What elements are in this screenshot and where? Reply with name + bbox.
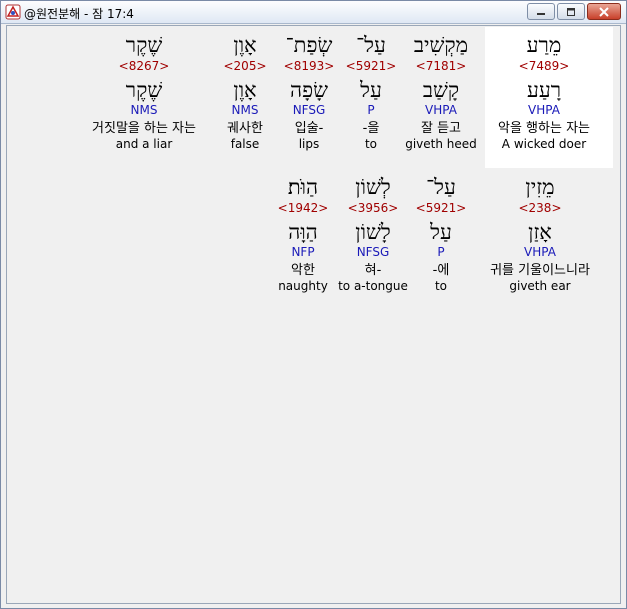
word-cell[interactable]: עַל־ <5921> עַל P -에 to — [416, 174, 467, 294]
hebrew-word: מֵרַע — [526, 33, 562, 57]
hebrew-lemma: אָוֶן — [233, 78, 257, 102]
word-cell[interactable]: עַל־ <5921> עַל P -을 to — [346, 32, 397, 152]
english-gloss: naughty — [278, 279, 328, 293]
app-icon — [5, 4, 21, 20]
hebrew-word: לְשׁוֹן — [355, 175, 391, 199]
morph-code: NFP — [291, 245, 315, 259]
strong-number[interactable]: <7181> — [405, 59, 477, 74]
maximize-icon — [558, 4, 584, 19]
word-cell[interactable]: אָוֶן <205> אָוֶן NMS 궤사한 false — [223, 32, 266, 152]
strong-number[interactable]: <238> — [490, 201, 590, 216]
strong-number[interactable]: <3956> — [338, 201, 408, 216]
hebrew-word: הַוֺּת׃ — [287, 175, 319, 199]
strong-number[interactable]: <8267> — [92, 59, 196, 74]
hebrew-lemma: אָזַן — [528, 220, 552, 244]
english-gloss: A wicked doer — [501, 137, 587, 151]
hebrew-lemma: עַל — [430, 220, 452, 244]
close-button[interactable] — [587, 3, 621, 20]
interlinear-view[interactable]: מֵרַע <7489> רָעַע VHPA 악을 행하는 자는 A wick… — [6, 25, 621, 604]
morph-code: NMS — [130, 103, 158, 117]
english-gloss: lips — [298, 137, 320, 151]
minimize-icon — [528, 4, 554, 19]
hebrew-lemma: שָׂפָה — [290, 78, 328, 102]
morph-code: NFSG — [356, 245, 390, 259]
morph-code: P — [437, 245, 445, 259]
english-gloss: to — [364, 137, 378, 151]
korean-gloss: 혀- — [364, 263, 382, 278]
strong-number[interactable]: <7489> — [498, 59, 590, 74]
hebrew-word: מֵזִין — [525, 175, 555, 199]
maximize-button[interactable] — [557, 3, 585, 20]
strong-number[interactable]: <8193> — [284, 59, 335, 74]
close-icon — [588, 4, 620, 19]
word-cell[interactable]: מַקְשִׁיב <7181> קָשַׁב VHPA 잘 듣고 giveth… — [405, 32, 477, 152]
english-gloss: giveth heed — [405, 137, 477, 151]
title-bar[interactable]: @원전분해 - 잠 17:4 — [1, 1, 626, 24]
hebrew-lemma: עַל — [360, 78, 382, 102]
hebrew-word: עַל־ — [356, 33, 386, 57]
english-gloss: false — [230, 137, 260, 151]
english-gloss: to — [434, 279, 448, 293]
korean-gloss: -에 — [432, 263, 450, 278]
strong-number[interactable]: <5921> — [416, 201, 467, 216]
hebrew-lemma: הַוָּה — [288, 220, 318, 244]
korean-gloss: 악한 — [291, 263, 315, 278]
morph-code: VHPA — [528, 103, 560, 117]
strong-number[interactable]: <5921> — [346, 59, 397, 74]
hebrew-word: שֶׁקֶר — [125, 33, 163, 57]
word-cell[interactable]: שְׂפַת־ <8193> שָׂפָה NFSG 입술- lips — [284, 32, 335, 152]
morph-code: VHPA — [524, 245, 556, 259]
korean-gloss: 궤사한 — [227, 121, 263, 136]
hebrew-lemma: קָשַׁב — [422, 78, 460, 102]
window-title: @원전분해 - 잠 17:4 — [24, 7, 134, 21]
word-cell[interactable]: לְשׁוֹן <3956> לָשׁוֹן NFSG 혀- to a-tong… — [338, 174, 408, 294]
morph-code: P — [367, 103, 375, 117]
hebrew-lemma: לָשׁוֹן — [355, 220, 391, 244]
korean-gloss: 악을 행하는 자는 — [498, 121, 590, 136]
hebrew-word: עַל־ — [426, 175, 456, 199]
korean-gloss: 거짓말을 하는 자는 — [92, 121, 196, 136]
english-gloss: and a liar — [115, 137, 173, 151]
hebrew-lemma: רָעַע — [526, 78, 562, 102]
strong-number[interactable]: <1942> — [278, 201, 329, 216]
hebrew-word: שְׂפַת־ — [285, 33, 333, 57]
hebrew-word: מַקְשִׁיב — [413, 33, 469, 57]
english-gloss: giveth ear — [509, 279, 571, 293]
english-gloss: to a-tongue — [338, 279, 408, 293]
word-cell[interactable]: מֵזִין <238> אָזַן VHPA 귀를 기울이느니라 giveth… — [490, 174, 590, 294]
morph-code: NMS — [231, 103, 259, 117]
korean-gloss: -을 — [362, 121, 380, 136]
morph-code: NFSG — [292, 103, 326, 117]
word-cell[interactable]: מֵרַע <7489> רָעַע VHPA 악을 행하는 자는 A wick… — [498, 32, 590, 152]
hebrew-lemma: שֶׁקֶר — [125, 78, 163, 102]
app-window: @원전분해 - 잠 17:4 מֵרַע <7489> רָעַע VHPA 악… — [0, 0, 627, 609]
morph-code: VHPA — [425, 103, 457, 117]
minimize-button[interactable] — [527, 3, 555, 20]
strong-number[interactable]: <205> — [223, 59, 266, 74]
word-cell[interactable]: שֶׁקֶר <8267> שֶׁקֶר NMS 거짓말을 하는 자는 and … — [92, 32, 196, 152]
korean-gloss: 잘 듣고 — [420, 121, 461, 136]
hebrew-word: אָוֶן — [233, 33, 257, 57]
korean-gloss: 귀를 기울이느니라 — [490, 263, 590, 278]
word-cell[interactable]: הַוֺּת׃ <1942> הַוָּה NFP 악한 naughty — [278, 174, 329, 294]
korean-gloss: 입술- — [294, 121, 324, 136]
